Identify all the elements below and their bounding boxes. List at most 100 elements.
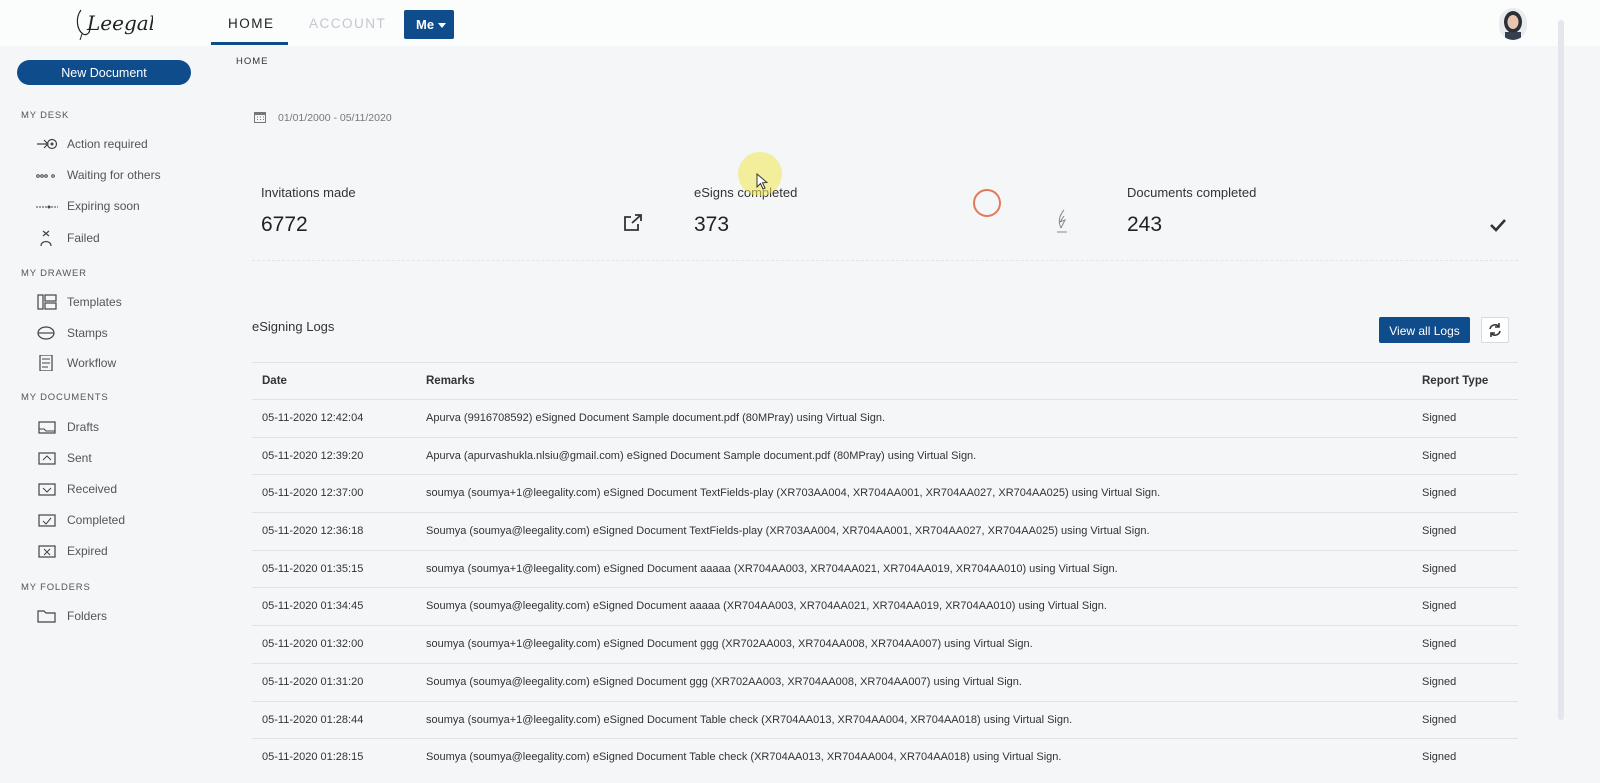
user-avatar[interactable] bbox=[1499, 8, 1527, 40]
log-date: 05-11-2020 01:35:15 bbox=[262, 562, 364, 575]
log-report-type: Signed bbox=[1422, 487, 1457, 500]
sidebar-item-label: Workflow bbox=[67, 356, 117, 370]
log-remarks: Soumya (soumya@leegality.com) eSigned Do… bbox=[426, 525, 1150, 538]
logo-text: Leegality bbox=[86, 11, 153, 35]
new-document-button[interactable]: New Document bbox=[17, 60, 191, 85]
log-remarks: soumya (soumya+1@leegality.com) eSigned … bbox=[426, 562, 1118, 575]
active-tab-indicator bbox=[211, 42, 288, 45]
stat-invitations-made: Invitations made 6772 bbox=[261, 185, 661, 245]
log-date: 05-11-2020 12:36:18 bbox=[262, 525, 364, 538]
failed-icon bbox=[40, 230, 52, 246]
sidebar-item-label: Waiting for others bbox=[67, 168, 161, 182]
log-remarks: Apurva (apurvashukla.nlsiu@gmail.com) eS… bbox=[426, 449, 977, 462]
log-date: 05-11-2020 01:28:44 bbox=[262, 713, 364, 726]
log-remarks: soumya (soumya+1@leegality.com) eSigned … bbox=[426, 638, 1033, 651]
log-report-type: Signed bbox=[1422, 412, 1457, 424]
log-remarks: Soumya (soumya@leegality.com) eSigned Do… bbox=[426, 751, 1062, 764]
stat-value: 6772 bbox=[261, 213, 308, 236]
calendar-icon bbox=[254, 112, 266, 123]
table-row[interactable]: 05-11-2020 01:34:45 Soumya (soumya@leega… bbox=[252, 587, 1518, 625]
action-required-icon bbox=[37, 138, 58, 150]
log-report-type: Signed bbox=[1422, 675, 1457, 688]
templates-icon bbox=[37, 294, 57, 310]
sidebar-item-folders[interactable]: Folders bbox=[36, 606, 216, 626]
log-date: 05-11-2020 01:28:15 bbox=[262, 751, 364, 764]
sidebar-item-label: Sent bbox=[67, 451, 92, 465]
log-date: 05-11-2020 01:31:20 bbox=[262, 675, 364, 688]
log-date: 05-11-2020 12:37:00 bbox=[262, 487, 364, 500]
click-indicator bbox=[973, 189, 1001, 217]
sidebar-item-received[interactable]: Received bbox=[36, 479, 216, 499]
table-row[interactable]: 05-11-2020 12:36:18 Soumya (soumya@leega… bbox=[252, 512, 1518, 550]
external-link-icon[interactable] bbox=[623, 214, 643, 232]
log-report-type: Signed bbox=[1422, 751, 1457, 764]
table-header-row: Date Remarks Report Type bbox=[252, 362, 1518, 399]
sidebar-item-label: Failed bbox=[67, 231, 100, 245]
column-header-date[interactable]: Date bbox=[262, 375, 287, 387]
column-header-remarks[interactable]: Remarks bbox=[426, 375, 475, 387]
section-heading-my-desk: MY DESK bbox=[21, 110, 70, 121]
top-bar: Leegality HOME ACCOUNT Me bbox=[0, 0, 1600, 46]
log-date: 05-11-2020 12:39:20 bbox=[262, 449, 364, 462]
table-row[interactable]: 05-11-2020 01:28:44 soumya (soumya+1@lee… bbox=[252, 700, 1518, 739]
sidebar-item-completed[interactable]: Completed bbox=[36, 510, 216, 530]
completed-icon bbox=[38, 514, 56, 527]
stat-title: Documents completed bbox=[1127, 185, 1257, 200]
page-scrollbar[interactable] bbox=[1558, 20, 1564, 720]
received-icon bbox=[38, 483, 56, 496]
log-report-type: Signed bbox=[1422, 562, 1457, 575]
table-row[interactable]: 05-11-2020 12:37:00 soumya (soumya+1@lee… bbox=[252, 474, 1518, 512]
sidebar-item-expiring-soon[interactable]: Expiring soon bbox=[36, 196, 216, 216]
sidebar-item-workflow[interactable]: Workflow bbox=[36, 353, 216, 373]
table-row[interactable]: 05-11-2020 01:35:15 soumya (soumya+1@lee… bbox=[252, 549, 1518, 588]
sidebar-item-expired[interactable]: Expired bbox=[36, 541, 216, 561]
sidebar-item-sent[interactable]: Sent bbox=[36, 448, 216, 468]
section-heading-my-folders: MY FOLDERS bbox=[21, 582, 91, 593]
sent-icon bbox=[38, 452, 56, 465]
sidebar-item-label: Expiring soon bbox=[67, 199, 140, 213]
table-row[interactable]: 05-11-2020 01:31:20 Soumya (soumya@leega… bbox=[252, 662, 1518, 701]
log-date: 05-11-2020 12:42:04 bbox=[262, 412, 364, 424]
log-remarks: Soumya (soumya@leegality.com) eSigned Do… bbox=[426, 675, 1022, 688]
sidebar-item-label: Received bbox=[67, 482, 118, 496]
tab-account[interactable]: ACCOUNT bbox=[309, 16, 386, 31]
sidebar-item-templates[interactable]: Templates bbox=[36, 292, 216, 312]
tab-home[interactable]: HOME bbox=[228, 16, 275, 31]
sidebar-item-action-required[interactable]: Action required bbox=[36, 134, 216, 154]
log-remarks: Apurva (9916708592) eSigned Document Sam… bbox=[426, 412, 886, 424]
expired-icon bbox=[38, 545, 56, 558]
refresh-icon bbox=[1489, 323, 1501, 337]
sidebar-item-stamps[interactable]: Stamps bbox=[36, 323, 216, 343]
date-range-value: 01/01/2000 - 05/11/2020 bbox=[278, 112, 392, 124]
log-report-type: Signed bbox=[1422, 638, 1457, 651]
view-all-logs-button[interactable]: View all Logs bbox=[1379, 317, 1470, 343]
me-dropdown-button[interactable]: Me bbox=[404, 10, 454, 39]
logs-title: eSigning Logs bbox=[252, 319, 335, 334]
folder-icon bbox=[37, 610, 56, 623]
log-remarks: Soumya (soumya@leegality.com) eSigned Do… bbox=[426, 600, 1107, 613]
checkmark-icon bbox=[1490, 219, 1506, 232]
mouse-pointer-icon bbox=[756, 173, 768, 190]
table-row[interactable]: 05-11-2020 01:32:00 soumya (soumya+1@lee… bbox=[252, 625, 1518, 663]
sidebar-item-waiting-for-others[interactable]: Waiting for others bbox=[36, 165, 216, 185]
refresh-button[interactable] bbox=[1481, 317, 1509, 343]
sidebar-item-label: Completed bbox=[67, 513, 126, 527]
sidebar-item-drafts[interactable]: Drafts bbox=[36, 417, 216, 437]
sidebar-item-label: Templates bbox=[67, 295, 122, 309]
log-report-type: Signed bbox=[1422, 449, 1457, 462]
sidebar-item-failed[interactable]: Failed bbox=[36, 228, 216, 248]
esigning-logs-table: Date Remarks Report Type 05-11-2020 12:4… bbox=[252, 362, 1518, 776]
column-header-report-type[interactable]: Report Type bbox=[1422, 375, 1488, 387]
leegality-logo[interactable]: Leegality bbox=[73, 4, 153, 40]
log-report-type: Signed bbox=[1422, 600, 1457, 613]
stat-documents-completed: Documents completed 243 bbox=[1127, 185, 1527, 245]
stat-title: Invitations made bbox=[261, 185, 356, 200]
section-heading-my-documents: MY DOCUMENTS bbox=[21, 392, 109, 403]
chevron-down-icon bbox=[438, 23, 446, 28]
stat-value: 243 bbox=[1127, 213, 1163, 236]
table-row[interactable]: 05-11-2020 12:39:20 Apurva (apurvashukla… bbox=[252, 436, 1518, 475]
table-row[interactable]: 05-11-2020 12:42:04 Apurva (9916708592) … bbox=[252, 399, 1518, 437]
breadcrumb[interactable]: HOME bbox=[236, 56, 269, 67]
me-button-label: Me bbox=[416, 17, 435, 32]
table-row[interactable]: 05-11-2020 01:28:15 Soumya (soumya@leega… bbox=[252, 738, 1518, 776]
